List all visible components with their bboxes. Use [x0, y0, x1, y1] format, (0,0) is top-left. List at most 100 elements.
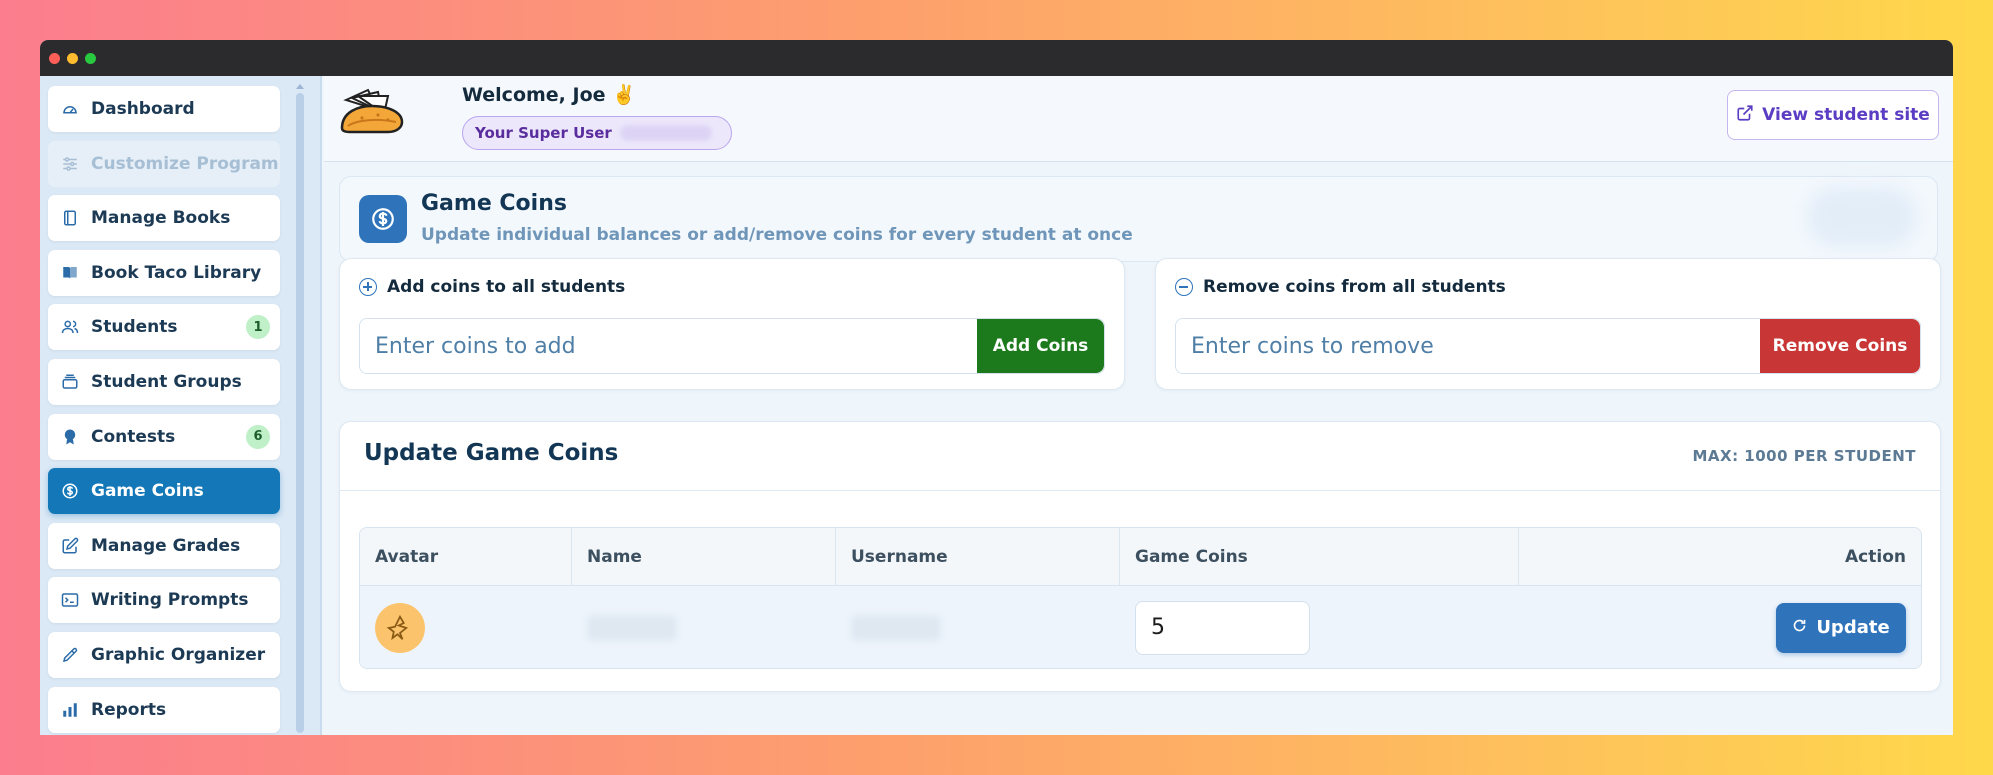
add-coins-input[interactable]: [360, 319, 977, 373]
gauge-icon: [60, 99, 80, 119]
taco-logo: [338, 88, 406, 136]
update-button[interactable]: Update: [1776, 602, 1906, 653]
dollar-coin-icon: [60, 481, 80, 501]
close-window-button[interactable]: [49, 52, 60, 64]
welcome-greeting: Welcome, Joe ✌️: [462, 84, 636, 106]
scroll-thumb[interactable]: [296, 93, 304, 733]
table-header: Avatar Name Username Game Coins Action: [360, 528, 1921, 586]
sidebar-item-label: Contests: [91, 426, 176, 447]
sidebar-item-student-groups[interactable]: Student Groups: [48, 358, 280, 405]
redacted-name: [587, 614, 677, 641]
refresh-icon: [1792, 617, 1807, 638]
sidebar-item-writing-prompts[interactable]: Writing Prompts: [48, 577, 280, 624]
update-game-coins-title: Update Game Coins: [364, 440, 619, 466]
top-header: Welcome, Joe ✌️ Your Super User View stu…: [324, 76, 1953, 162]
column-header-action: Action: [1845, 546, 1906, 567]
dollar-coin-icon: [359, 195, 407, 243]
remove-coins-input[interactable]: [1176, 319, 1760, 373]
hero-decoration: [1807, 187, 1917, 247]
view-student-site-label: View student site: [1762, 105, 1930, 125]
sidebar-item-label: Manage Grades: [91, 535, 241, 556]
add-coins-title: Add coins to all students: [387, 277, 626, 297]
pen-icon: [60, 645, 80, 665]
sidebar-item-label: Students: [91, 317, 178, 338]
sidebar-item-students[interactable]: Students 1: [48, 304, 280, 351]
scroll-up-arrow-icon[interactable]: [296, 84, 304, 89]
open-book-icon: [60, 263, 80, 283]
sidebar-item-label: Book Taco Library: [91, 262, 262, 283]
main-content: Welcome, Joe ✌️ Your Super User View stu…: [324, 76, 1953, 735]
maximize-window-button[interactable]: [85, 52, 96, 64]
remove-coins-card: Remove coins from all students Remove Co…: [1155, 258, 1941, 390]
layers-icon: [60, 372, 80, 392]
sidebar-item-contests[interactable]: Contests 6: [48, 413, 280, 460]
add-coins-card: Add coins to all students Add Coins: [339, 258, 1125, 390]
minimize-window-button[interactable]: [67, 52, 78, 64]
page-title: Game Coins: [421, 191, 567, 216]
redacted-name: [619, 125, 712, 141]
remove-coins-title: Remove coins from all students: [1203, 277, 1506, 297]
page-hero: Game Coins Update individual balances or…: [339, 176, 1938, 262]
medal-icon: [60, 427, 80, 447]
bar-chart-icon: [60, 700, 80, 720]
sidebar-nav: Dashboard Customize Program Manage Books…: [48, 86, 280, 735]
minus-circle-icon: [1175, 278, 1193, 296]
name-cell: [572, 586, 836, 668]
users-icon: [60, 317, 80, 337]
sidebar-item-dashboard[interactable]: Dashboard: [48, 86, 280, 132]
sidebar-item-manage-grades[interactable]: Manage Grades: [48, 522, 280, 569]
sidebar-scrollbar[interactable]: [296, 84, 304, 735]
user-role-label: Your Super User: [475, 124, 612, 142]
add-coins-button[interactable]: Add Coins: [977, 319, 1104, 373]
column-header-game-coins: Game Coins: [1120, 528, 1519, 585]
students-coins-table: Avatar Name Username Game Coins Action 5…: [359, 527, 1922, 669]
table-row: Update: [360, 586, 1921, 668]
divider: [340, 490, 1940, 491]
game-coins-input[interactable]: [1135, 600, 1310, 655]
contests-count-badge: 6: [246, 424, 270, 449]
column-header-name: Name: [572, 528, 836, 585]
view-student-site-button[interactable]: View student site: [1727, 90, 1939, 140]
sidebar-item-reports[interactable]: Reports: [48, 686, 280, 733]
remove-coins-button[interactable]: Remove Coins: [1760, 319, 1920, 373]
sidebar-item-label: Game Coins: [91, 481, 204, 502]
redacted-username: [851, 614, 941, 641]
add-coins-heading: Add coins to all students: [359, 277, 625, 297]
sidebar-item-label: Writing Prompts: [91, 590, 249, 611]
add-coins-form: Add Coins: [359, 318, 1105, 374]
user-role-pill: Your Super User: [462, 116, 732, 150]
sidebar-item-label: Student Groups: [91, 371, 242, 392]
sidebar-item-label: Dashboard: [91, 99, 195, 119]
external-link-icon: [1736, 104, 1754, 127]
terminal-icon: [60, 590, 80, 610]
column-header-avatar: Avatar: [360, 528, 572, 585]
app-window: Dashboard Customize Program Manage Books…: [40, 40, 1953, 735]
sidebar-item-label: Graphic Organizer: [91, 644, 266, 665]
game-coins-cell: [1120, 586, 1519, 668]
remove-coins-form: Remove Coins: [1175, 318, 1921, 374]
update-button-label: Update: [1816, 617, 1890, 638]
remove-coins-heading: Remove coins from all students: [1175, 277, 1506, 297]
sliders-icon: [60, 154, 80, 174]
window-titlebar: [40, 40, 1953, 76]
avatar: [375, 602, 425, 653]
update-game-coins-card: Update Game Coins MAX: 1000 PER STUDENT …: [339, 421, 1941, 692]
max-per-student-note: MAX: 1000 PER STUDENT: [1692, 447, 1916, 465]
sidebar-item-label: Manage Books: [91, 208, 231, 229]
sidebar-item-label: Customize Program: [91, 153, 279, 174]
sidebar-item-label: Reports: [91, 699, 167, 720]
username-cell: [836, 586, 1120, 668]
notebook-icon: [60, 208, 80, 228]
students-count-badge: 1: [246, 315, 270, 340]
plus-circle-icon: [359, 278, 377, 296]
sidebar: Dashboard Customize Program Manage Books…: [40, 76, 322, 735]
edit-icon: [60, 536, 80, 556]
sidebar-item-book-taco-library[interactable]: Book Taco Library: [48, 249, 280, 296]
avatar-cell: [360, 586, 572, 668]
sidebar-item-customize-program: Customize Program: [48, 140, 280, 187]
page-subtitle: Update individual balances or add/remove…: [421, 225, 1133, 245]
sidebar-item-graphic-organizer[interactable]: Graphic Organizer: [48, 631, 280, 678]
column-header-username: Username: [836, 528, 1120, 585]
sidebar-item-manage-books[interactable]: Manage Books: [48, 195, 280, 242]
sidebar-item-game-coins[interactable]: Game Coins: [48, 468, 280, 515]
